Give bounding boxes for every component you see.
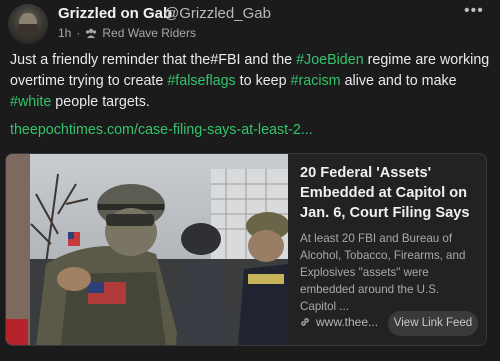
- post-time[interactable]: 1h: [58, 26, 71, 40]
- author-avatar[interactable]: [8, 4, 48, 44]
- post-meta: 1h · Red Wave Riders: [58, 26, 196, 40]
- gab-post: Grizzled on Gab @Grizzled_Gab ••• 1h · R…: [0, 0, 500, 361]
- hashtag-white[interactable]: #white: [10, 94, 51, 110]
- view-link-feed-button[interactable]: View Link Feed: [388, 311, 478, 336]
- hashtag-joebiden[interactable]: #JoeBiden: [296, 52, 364, 68]
- avatar-beard: [18, 24, 38, 38]
- author-name[interactable]: Grizzled on Gab: [58, 5, 172, 22]
- more-horizontal-icon[interactable]: •••: [464, 2, 484, 20]
- link-preview-image: [6, 154, 288, 345]
- hashtag-falseflags[interactable]: #falseflags: [167, 73, 235, 89]
- post-link[interactable]: theepochtimes.com/case-filing-says-at-le…: [10, 122, 313, 138]
- meta-separator: ·: [76, 26, 81, 40]
- author-handle[interactable]: @Grizzled_Gab: [164, 5, 271, 22]
- post-text-part3: to keep: [235, 73, 291, 89]
- link-preview-footer: www.thee...: [299, 315, 378, 329]
- link-preview-title[interactable]: 20 Federal 'Assets' Embedded at Capitol …: [300, 163, 476, 223]
- post-text-part4: alive and to make: [340, 73, 457, 89]
- group-icon: [86, 28, 97, 38]
- link-icon: [301, 318, 309, 326]
- link-preview-card[interactable]: 20 Federal 'Assets' Embedded at Capitol …: [5, 153, 487, 346]
- link-preview-domain[interactable]: www.thee...: [316, 315, 378, 329]
- preview-photo-illustration: [6, 154, 288, 345]
- link-preview-description: At least 20 FBI and Bureau of Alcohol, T…: [300, 232, 466, 313]
- post-text-part1: Just a friendly reminder that the#FBI an…: [10, 52, 297, 68]
- post-text-part5: people targets.: [51, 94, 150, 110]
- hashtag-racism[interactable]: #racism: [291, 73, 341, 89]
- post-text: Just a friendly reminder that the#FBI an…: [10, 50, 490, 113]
- group-name[interactable]: Red Wave Riders: [102, 26, 196, 40]
